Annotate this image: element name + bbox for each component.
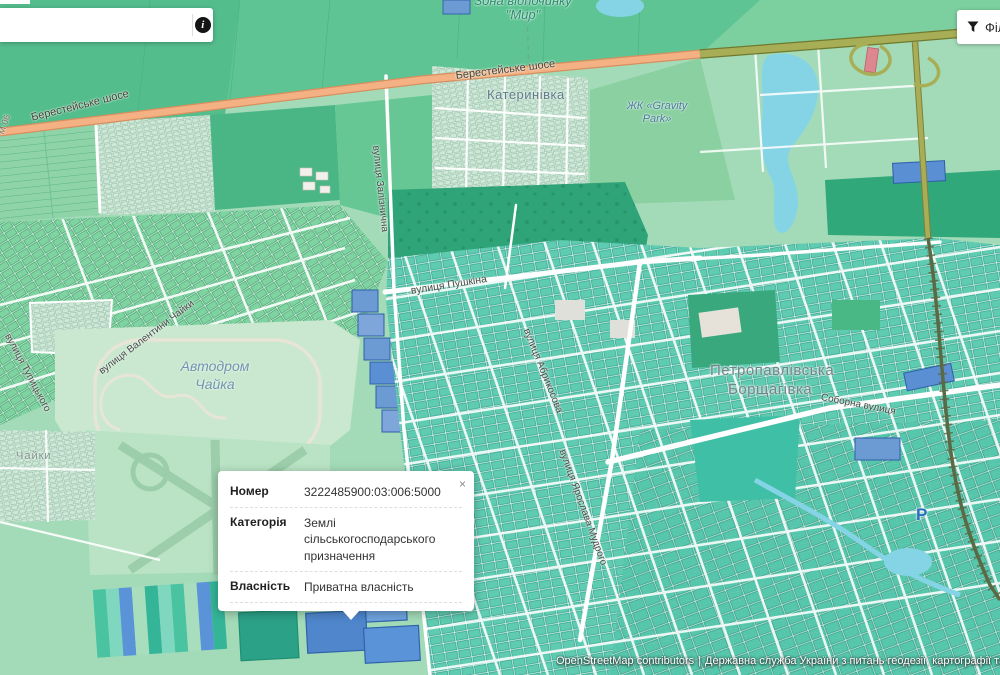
popup-row-value: Приватна власність (304, 579, 462, 595)
popup-row-value: Землі сільськогосподарського призначення (304, 515, 462, 564)
parcel-info-popup: × Номер 3222485900:03:006:5000 Категорія… (218, 471, 474, 611)
attribution-agency-link[interactable]: Державна служба України з питань геодезі… (705, 655, 1000, 667)
filter-button[interactable]: Фільтри (957, 10, 1000, 44)
filter-icon (967, 21, 979, 33)
popup-row-ownership: Власність Приватна власність (230, 572, 462, 603)
info-icon: i (195, 17, 211, 33)
popup-row-label: Категорія (230, 515, 294, 564)
popup-row-value: 3222485900:03:006:5000 (304, 484, 462, 500)
window-edge-artifact (0, 0, 30, 4)
popup-row-label: Номер (230, 484, 294, 500)
popup-row-category: Категорія Землі сільськогосподарського п… (230, 508, 462, 572)
popup-row-label: Власність (230, 579, 294, 595)
popup-arrow (342, 610, 360, 620)
search-bar: i (0, 8, 213, 42)
attribution-separator: | (698, 655, 701, 667)
info-button[interactable]: i (193, 8, 213, 42)
attribution-osm-link[interactable]: OpenStreetMap contributors (556, 655, 694, 667)
search-input[interactable] (0, 8, 192, 42)
map-canvas[interactable] (0, 0, 1000, 675)
popup-row-number: Номер 3222485900:03:006:5000 (230, 477, 462, 508)
attribution: OpenStreetMap contributors | Державна служ… (556, 655, 1000, 673)
popup-close-button[interactable]: × (457, 475, 468, 493)
map-application: Зона відпочинку "Мир" Берестейське шосе … (0, 0, 1000, 675)
filter-label: Фільтри (985, 20, 1000, 35)
